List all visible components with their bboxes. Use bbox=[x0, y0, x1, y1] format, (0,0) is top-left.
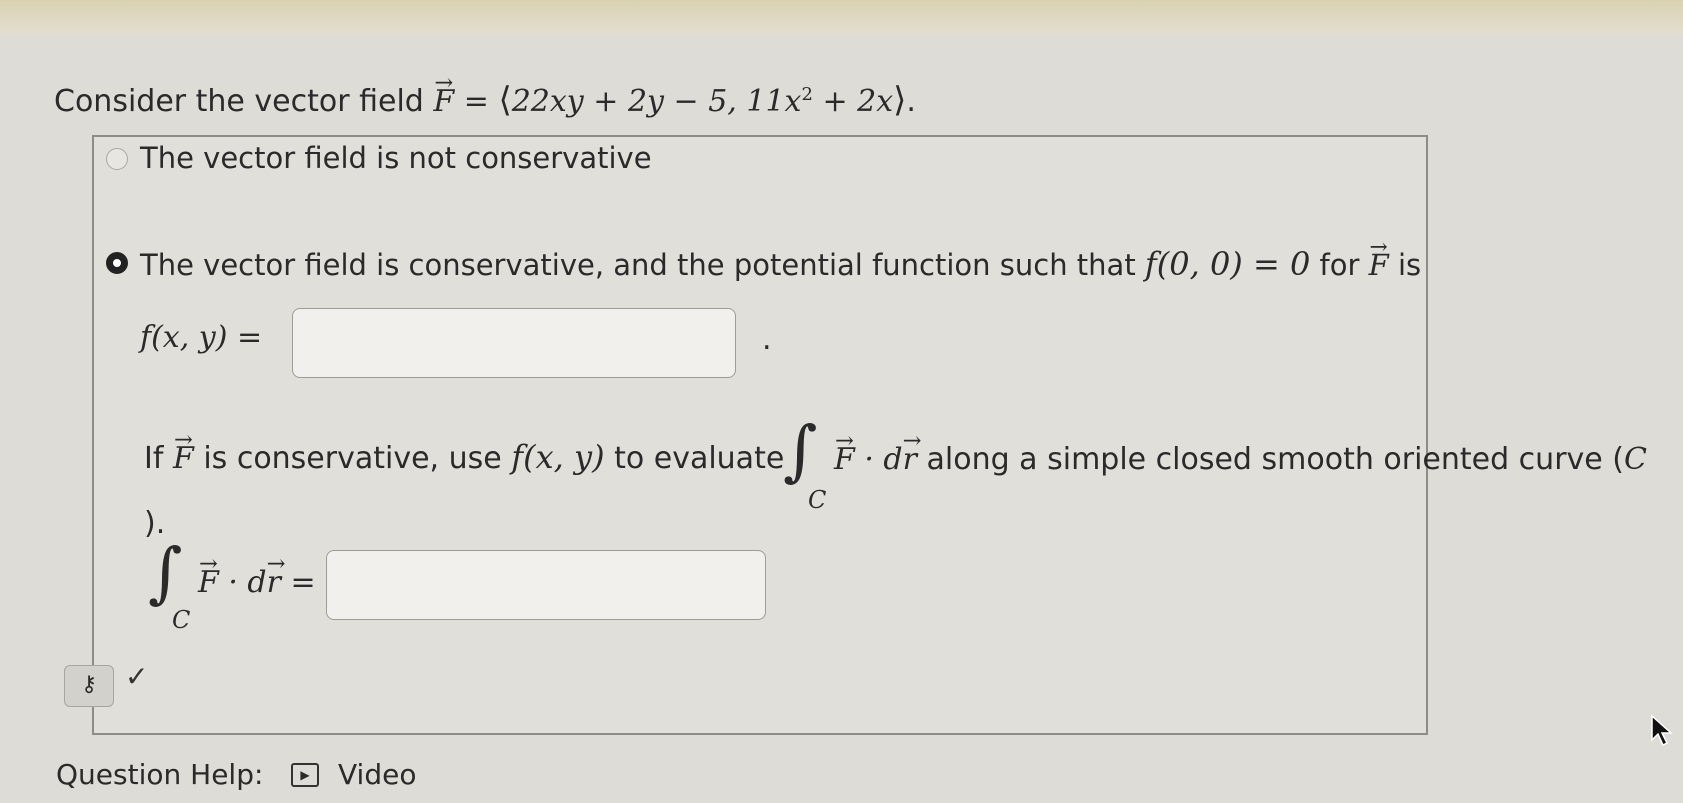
answer-integrand: F · dr = bbox=[198, 551, 316, 600]
checkmark-icon: ✓ bbox=[125, 660, 149, 693]
option-conservative-label: The vector field is conservative, and th… bbox=[140, 235, 1421, 283]
line-integral-input[interactable] bbox=[326, 550, 766, 620]
vector-r: r bbox=[903, 428, 918, 477]
evaluate-instruction: If F is conservative, use f(x, y) to eva… bbox=[144, 427, 784, 476]
potential-period: . bbox=[762, 322, 772, 357]
radio-conservative[interactable] bbox=[106, 252, 128, 274]
answer-panel bbox=[92, 135, 1428, 735]
vector-r: r bbox=[267, 551, 282, 600]
potential-label: f(x, y) = bbox=[140, 320, 263, 355]
vector-F: F bbox=[433, 70, 454, 119]
key-icon[interactable]: ⚷ bbox=[64, 665, 114, 707]
question-help-label: Question Help: bbox=[56, 758, 264, 791]
question-text: Consider the vector field F = ⟨22xy + 2y… bbox=[54, 70, 916, 120]
answer-integral-subscript: C bbox=[172, 606, 191, 634]
radio-not-conservative[interactable] bbox=[106, 148, 128, 170]
mouse-cursor-icon bbox=[1651, 714, 1673, 747]
answer-integral-sign: ∫ bbox=[148, 534, 183, 611]
integral-subscript: C bbox=[808, 486, 827, 514]
video-link[interactable]: Video bbox=[338, 758, 416, 791]
option-not-conservative-label: The vector field is not conservative bbox=[140, 141, 652, 175]
top-bar bbox=[0, 0, 1683, 34]
evaluate-continuation: F · dr along a simple closed smooth orie… bbox=[834, 428, 1647, 477]
vector-F: F bbox=[173, 427, 194, 476]
vector-F: F bbox=[1369, 235, 1389, 282]
vector-F: F bbox=[198, 551, 219, 600]
video-play-icon[interactable]: ▶ bbox=[291, 763, 319, 787]
potential-function-input[interactable] bbox=[292, 308, 736, 378]
vector-F: F bbox=[834, 428, 855, 477]
integral-sign: ∫ bbox=[783, 412, 818, 489]
